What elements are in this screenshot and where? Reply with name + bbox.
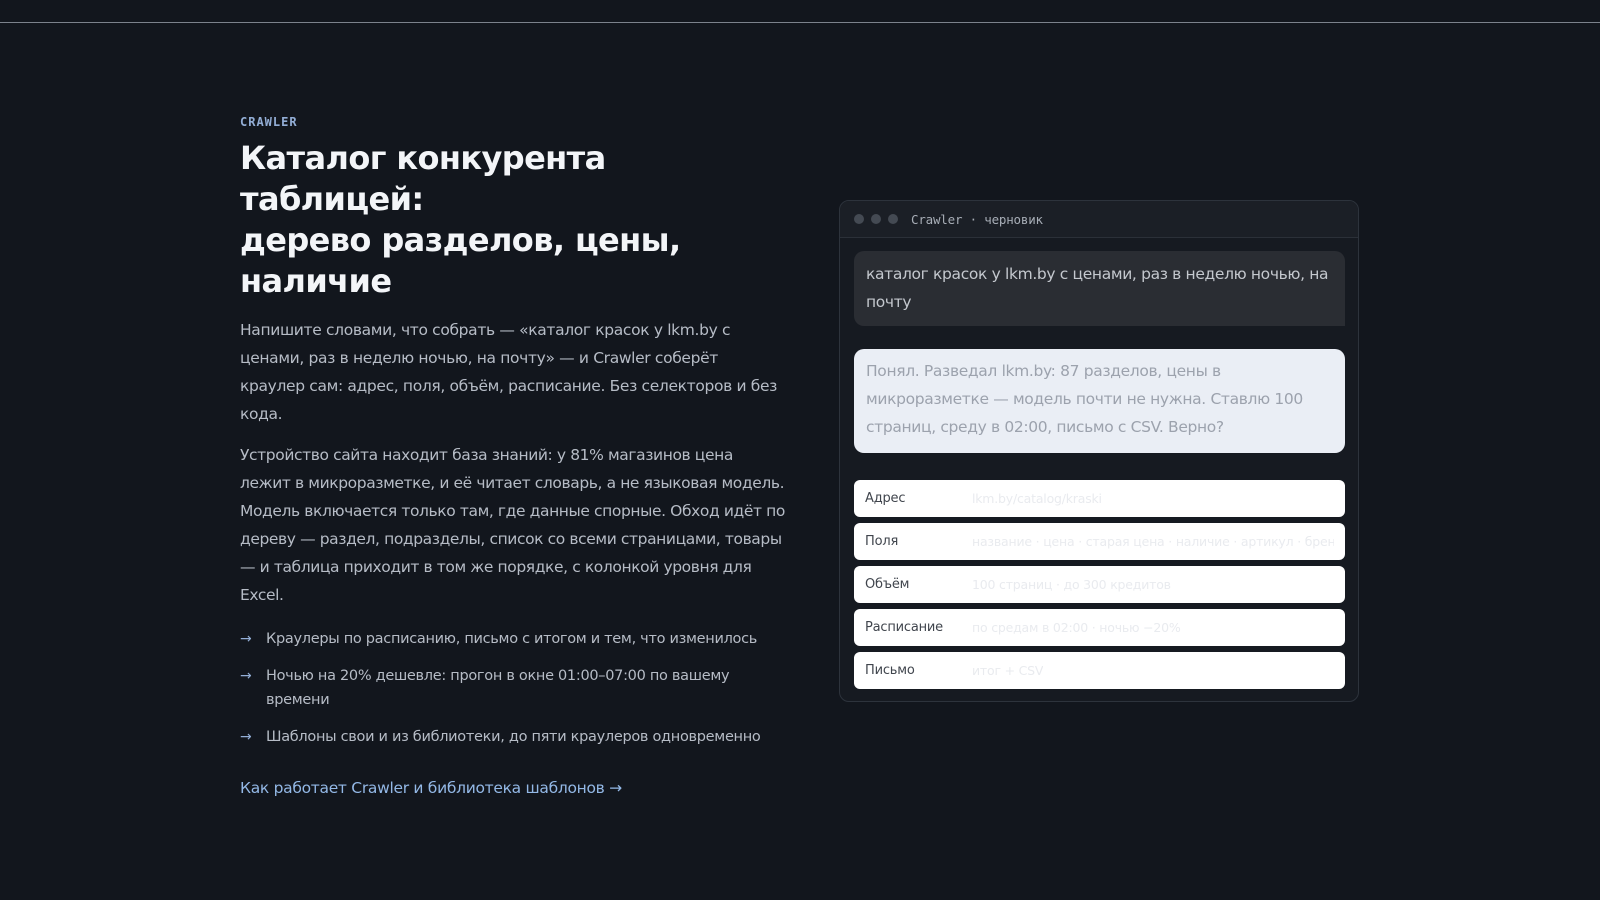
feature-item: → Шаблоны свои и из библиотеки, до пяти … <box>240 725 785 749</box>
title-line-1: Каталог конкурента таблицей: <box>240 139 606 218</box>
field-schedule[interactable]: Расписание по средам в 02:00 · ночью −20… <box>854 609 1345 646</box>
field-email[interactable]: Письмо итог + CSV <box>854 652 1345 689</box>
field-volume[interactable]: Объём 100 страниц · до 300 кредитов <box>854 566 1345 603</box>
feature-text: Краулеры по расписанию, письмо с итогом … <box>266 631 758 647</box>
feature-item: → Ночью на 20% дешевле: прогон в окне 01… <box>240 664 785 712</box>
intro-paragraph: Напишите словами, что собрать — «каталог… <box>240 321 778 423</box>
feature-text: Ночью на 20% дешевле: прогон в окне 01:0… <box>266 668 730 708</box>
field-value: название · цена · старая цена · наличие … <box>972 534 1334 549</box>
knowledge-base-paragraph: Устройство сайта находит база знаний: у … <box>240 446 785 604</box>
title-line-2: дерево разделов, цены, <box>240 221 681 259</box>
window-dot-icon <box>854 214 864 224</box>
field-label: Расписание <box>865 620 943 635</box>
arrow-right-icon: → <box>240 729 252 745</box>
field-value: 100 страниц · до 300 кредитов <box>972 577 1171 592</box>
window-dot-icon <box>871 214 881 224</box>
field-value: итог + CSV <box>972 663 1044 678</box>
hero-section: CRAWLER Каталог конкурента таблицей: дер… <box>240 114 785 800</box>
user-message-bubble: каталог красок у lkm.by с ценами, раз в … <box>854 251 1345 326</box>
crawler-draft-window: Crawler · черновик каталог красок у lkm.… <box>839 200 1359 702</box>
top-divider <box>0 22 1600 23</box>
field-label: Письмо <box>865 663 915 678</box>
title-line-3: наличие <box>240 262 392 300</box>
window-titlebar: Crawler · черновик <box>840 201 1358 238</box>
crawler-settings: Адрес lkm.by/catalog/kraski Поля названи… <box>854 480 1345 695</box>
feature-item: → Краулеры по расписанию, письмо с итого… <box>240 627 785 651</box>
field-value: lkm.by/catalog/kraski <box>972 491 1102 506</box>
field-address[interactable]: Адрес lkm.by/catalog/kraski <box>854 480 1345 517</box>
how-it-works-link[interactable]: Как работает Crawler и библиотека шаблон… <box>240 776 622 800</box>
assistant-message-bubble: Понял. Разведал lkm.by: 87 разделов, цен… <box>854 349 1345 453</box>
window-dot-icon <box>888 214 898 224</box>
field-fields[interactable]: Поля название · цена · старая цена · нал… <box>854 523 1345 560</box>
field-value: по средам в 02:00 · ночью −20% <box>972 620 1181 635</box>
field-label: Адрес <box>865 491 906 506</box>
arrow-right-icon: → <box>240 668 252 684</box>
field-label: Поля <box>865 534 899 549</box>
feature-list: → Краулеры по расписанию, письмо с итого… <box>240 627 785 749</box>
page-title: Каталог конкурента таблицей: дерево разд… <box>240 138 785 302</box>
field-label: Объём <box>865 577 910 592</box>
arrow-right-icon: → <box>240 631 252 647</box>
eyebrow-label: CRAWLER <box>240 115 298 129</box>
feature-text: Шаблоны свои и из библиотеки, до пяти кр… <box>266 729 761 745</box>
window-title: Crawler · черновик <box>911 211 1043 227</box>
